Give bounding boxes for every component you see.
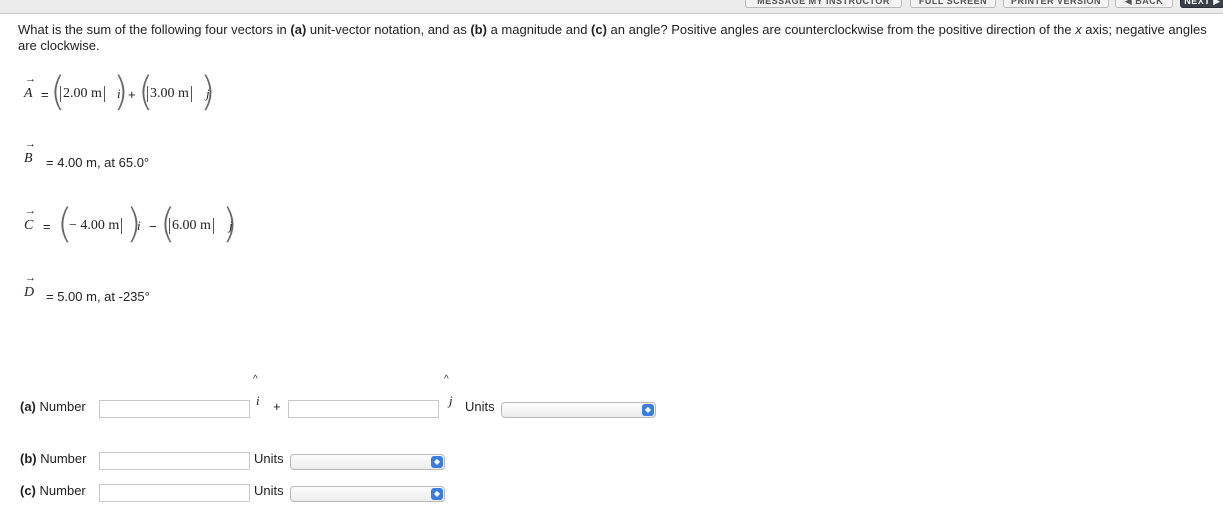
question-text: What is the sum of the following four ve… — [18, 22, 1207, 53]
vector-arrow-icon: → — [25, 205, 36, 217]
vector-c-y-value: 6.00 m — [169, 218, 214, 234]
vector-a-x-value: 2.00 m — [60, 86, 105, 102]
answer-b-label: (b) Number — [20, 451, 87, 466]
answer-a-units-label: Units — [465, 399, 495, 414]
vector-c-symbol: → C — [24, 205, 36, 233]
unit-vector-j: j — [449, 393, 453, 408]
answer-c-units-label: Units — [254, 483, 284, 498]
equals-sign: = — [41, 87, 49, 102]
vector-arrow-icon: → — [25, 138, 36, 150]
answer-c-units-select[interactable]: ◆ — [290, 486, 445, 502]
answer-b-units-label: Units — [254, 451, 284, 466]
vector-a-symbol: → A — [24, 73, 36, 101]
answer-c-label: (c) Number — [20, 483, 86, 498]
vector-b-symbol: → B — [24, 138, 36, 166]
vector-a-y-value: 3.00 m — [147, 86, 192, 102]
full-screen-button[interactable]: FULL SCREEN — [910, 0, 996, 8]
vector-b-value: = 4.00 m, at 65.0° — [46, 155, 150, 170]
back-button[interactable]: ◀ BACK — [1115, 0, 1173, 8]
chevron-updown-icon: ◆ — [431, 488, 443, 500]
chevron-updown-icon: ◆ — [431, 456, 443, 468]
answer-a-i-input[interactable] — [99, 400, 250, 418]
hat-icon: ^ — [444, 374, 449, 385]
hat-icon: ^ — [253, 374, 258, 385]
plus-sign: + — [273, 399, 281, 414]
answer-c-input[interactable] — [99, 484, 250, 502]
vector-d-value: = 5.00 m, at -235° — [46, 289, 150, 304]
vector-d-symbol: → D — [24, 272, 36, 300]
vector-arrow-icon: → — [25, 272, 36, 284]
answer-a-j-input[interactable] — [288, 400, 439, 418]
vector-arrow-icon: → — [25, 73, 36, 85]
answer-b-input[interactable] — [99, 452, 250, 470]
top-toolbar: MESSAGE MY INSTRUCTOR FULL SCREEN PRINTE… — [0, 0, 1223, 14]
next-button[interactable]: NEXT ▶ — [1180, 0, 1223, 8]
minus-sign: − — [149, 219, 157, 234]
unit-vector-i: i — [256, 393, 260, 408]
unit-vector-i: i — [117, 86, 121, 101]
unit-vector-j: j — [206, 86, 210, 101]
answer-a-label: (a) Number — [20, 399, 86, 414]
vector-c-x-value: − 4.00 m — [69, 218, 123, 234]
plus-sign: + — [128, 87, 136, 102]
answer-b-units-select[interactable]: ◆ — [290, 454, 445, 470]
chevron-updown-icon: ◆ — [642, 404, 654, 416]
equals-sign: = — [43, 219, 51, 234]
unit-vector-j: j — [229, 218, 233, 233]
answer-a-units-select[interactable]: ◆ — [501, 402, 656, 418]
message-instructor-button[interactable]: MESSAGE MY INSTRUCTOR — [745, 0, 902, 8]
printer-version-button[interactable]: PRINTER VERSION — [1003, 0, 1109, 8]
unit-vector-i: i — [137, 218, 141, 233]
